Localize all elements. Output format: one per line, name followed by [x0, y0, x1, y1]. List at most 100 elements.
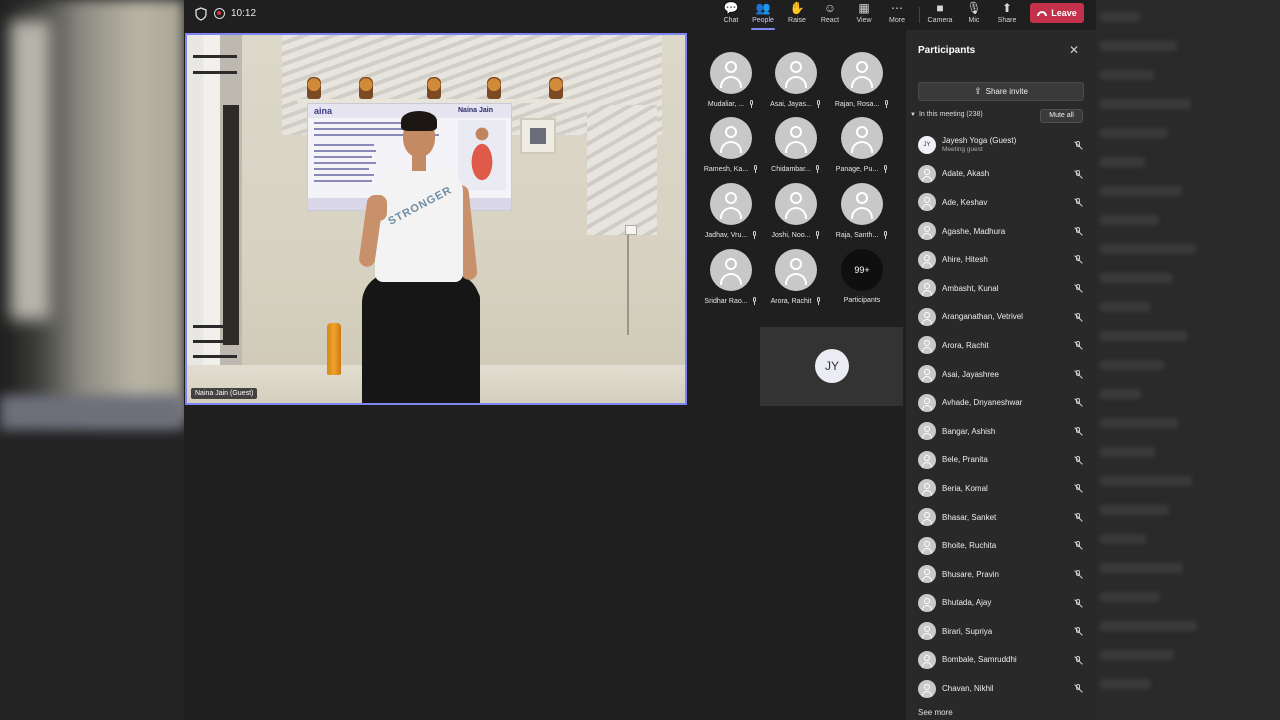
panel-title: Participants — [918, 45, 976, 56]
avatar — [918, 279, 936, 298]
react-button[interactable]: ☺ React — [814, 1, 846, 29]
participant-tile[interactable]: Ramesh, Ka... — [703, 117, 759, 183]
participant-tile[interactable]: Mudaliar, ... — [703, 52, 759, 118]
mic-off-icon — [882, 165, 888, 173]
teams-meeting-window: 10:12 💬 Chat 👥 People ✋ Raise ☺ React ▦ … — [0, 0, 1280, 720]
mic-off-icon — [748, 100, 754, 108]
participant-tile[interactable]: Raja, Santh... — [834, 183, 890, 249]
camera-button[interactable]: ■ Camera — [924, 1, 956, 29]
toolbar-divider — [919, 7, 920, 23]
mic-off-icon — [1074, 398, 1082, 407]
mic-off-icon — [1074, 627, 1082, 636]
participant-name: Ade, Keshav — [942, 197, 988, 207]
participant-tile-name: Jadhav, Vru... — [704, 231, 748, 239]
react-icon: ☺ — [823, 1, 837, 15]
participant-tile-name: Chidambar... — [771, 165, 811, 173]
participant-tile[interactable]: Asai, Jayas... — [768, 52, 824, 118]
participant-row[interactable]: Chavan, Nikhil — [918, 674, 1088, 703]
view-button[interactable]: ▦ View — [848, 1, 880, 29]
mic-off-icon — [1074, 512, 1082, 522]
close-icon[interactable]: ✕ — [1069, 43, 1079, 57]
avatar — [918, 250, 936, 269]
mic-off-icon — [1074, 541, 1082, 550]
mic-off-icon — [752, 297, 758, 305]
more-icon: ⋯ — [891, 1, 903, 15]
participant-row[interactable]: Bhasar, Sanket — [918, 503, 1088, 532]
participant-row[interactable]: Bhusare, Pravin — [918, 560, 1088, 589]
chat-button[interactable]: 💬 Chat — [715, 1, 747, 29]
participant-row[interactable]: Beria, Komal — [918, 474, 1088, 503]
participant-row[interactable]: Bhoite, Ruchita — [918, 531, 1088, 560]
participant-row[interactable]: Ahire, Hitesh — [918, 245, 1088, 274]
mic-off-icon — [1074, 684, 1082, 693]
more-button[interactable]: ⋯ More — [881, 1, 913, 29]
avatar — [775, 249, 817, 291]
participant-row[interactable]: Aranganathan, Vetrivel — [918, 303, 1088, 332]
speaker-video[interactable]: aina Naina Jain STRONGER Naina Jain (Gue… — [185, 33, 687, 405]
mic-off-icon — [1074, 255, 1082, 264]
speaker-name-tag: Naina Jain (Guest) — [191, 388, 258, 399]
participant-name: Ahire, Hitesh — [942, 255, 988, 265]
share-invite-button[interactable]: ⇪ Share invite — [918, 82, 1084, 101]
participant-row[interactable]: Bombale, Samruddhi — [918, 646, 1088, 675]
avatar — [918, 450, 936, 469]
participant-row[interactable]: Bele, Pranita — [918, 446, 1088, 475]
more-participants-tile[interactable]: 99+ Participants — [834, 249, 890, 315]
mic-off-icon — [752, 165, 758, 173]
participant-name: Bombale, Samruddhi — [942, 655, 1017, 665]
mic-off-icon — [1074, 569, 1082, 579]
participant-row[interactable]: Birari, Supriya — [918, 617, 1088, 646]
participant-tile-name: Raja, Santh... — [835, 231, 879, 239]
avatar — [918, 679, 936, 698]
participant-tile[interactable]: Jadhav, Vru... — [703, 183, 759, 249]
overflow-count: 99+ — [854, 265, 870, 275]
participant-tile[interactable]: Sridhar Rao... — [703, 249, 759, 315]
participant-tile-name: Panage, Pu... — [835, 165, 879, 173]
participant-tile[interactable]: Arora, Rachit — [768, 249, 824, 315]
participant-row[interactable]: Arora, Rachit — [918, 331, 1088, 360]
avatar: JY — [918, 136, 936, 155]
in-meeting-section-toggle[interactable]: ▼ In this meeting (238) — [910, 111, 983, 118]
water-bottle — [327, 323, 341, 375]
participant-row[interactable]: Ade, Keshav — [918, 188, 1088, 217]
participant-tile[interactable]: Chidambar... — [768, 117, 824, 183]
self-view[interactable]: JY — [760, 327, 903, 406]
avatar — [918, 593, 936, 612]
see-more-link[interactable]: See more — [918, 708, 953, 717]
participant-name: Bhasar, Sanket — [942, 512, 997, 522]
mic-off-icon — [1074, 169, 1082, 179]
participant-row[interactable]: Avhade, Dnyaneshwar — [918, 388, 1088, 417]
participant-name: Chavan, Nikhil — [942, 684, 994, 694]
recording-icon — [214, 8, 225, 19]
mic-off-icon — [1074, 484, 1082, 493]
mute-all-button[interactable]: Mute all — [1040, 109, 1083, 123]
mic-off-icon — [1074, 341, 1082, 350]
participant-tile[interactable]: Rajan, Rosa... — [834, 52, 890, 118]
avatar — [918, 479, 936, 498]
avatar — [775, 117, 817, 159]
participant-row[interactable]: Ambasht, Kunal — [918, 274, 1088, 303]
leave-button[interactable]: Leave — [1030, 3, 1084, 23]
participant-row[interactable]: Bangar, Ashish — [918, 417, 1088, 446]
avatar — [918, 222, 936, 241]
meeting-timer: 10:12 — [231, 8, 257, 19]
avatar — [918, 307, 936, 326]
people-button[interactable]: 👥 People — [747, 1, 779, 30]
mic-button[interactable]: 🎙 Mic — [958, 1, 990, 29]
mic-off-icon — [1074, 598, 1082, 608]
avatar — [918, 193, 936, 212]
share-button[interactable]: ⬆ Share — [991, 1, 1023, 29]
raise-hand-button[interactable]: ✋ Raise — [781, 1, 813, 29]
participant-row[interactable]: Bhutada, Ajay — [918, 589, 1088, 618]
raise-hand-icon: ✋ — [789, 1, 805, 15]
participant-name: Birari, Supriya — [942, 626, 993, 636]
participant-tile[interactable]: Joshi, Noo... — [768, 183, 824, 249]
mic-off-icon — [1074, 655, 1082, 665]
participant-row-host[interactable]: JY Jayesh Yoga (Guest) Meeting guest — [918, 131, 1088, 160]
participant-tile[interactable]: Panage, Pu... — [834, 117, 890, 183]
mic-off-icon — [814, 231, 820, 239]
avatar — [841, 183, 883, 225]
participant-row[interactable]: Adate, Akash — [918, 160, 1088, 189]
participant-row[interactable]: Asai, Jayashree — [918, 360, 1088, 389]
participant-row[interactable]: Agashe, Madhura — [918, 217, 1088, 246]
